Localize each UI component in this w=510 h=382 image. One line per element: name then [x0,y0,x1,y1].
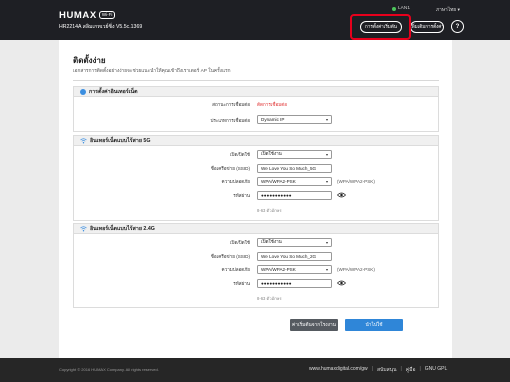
factory-reset-button[interactable]: ค่าเริ่มต้นจากโรงงาน [290,319,338,331]
logo-badge: Wi-Fi [98,11,116,19]
brand-logo: HUMAX Wi-Fi [59,10,116,21]
wifi-24g-security-select[interactable]: WPA/WPA2-PSK [257,265,332,274]
caret-down-icon [326,269,328,271]
footer-separator: | [400,366,402,372]
highlight-annotation [350,14,411,40]
wifi-24g-ssid-input[interactable]: We Love You So Much_2G [257,252,332,261]
wifi-24g-enable-select[interactable]: เปิดใช้งาน [257,238,332,247]
lan-status-dot-icon [392,6,396,11]
globe-icon [80,88,86,95]
wifi-24g-security-value: WPA/WPA2-PSK [261,267,296,272]
title-divider [73,80,439,81]
page-description: เอกสารการติดตั้งอย่างง่ายจะช่วยแนะนำให้ค… [73,69,231,74]
footer-separator: | [371,366,373,372]
wifi-5g-password-label: รหัสผ่าน [233,193,250,198]
wifi-icon [80,225,87,231]
caret-down-icon [326,242,328,244]
caret-down-icon [326,119,328,121]
wifi-5g-security-select[interactable]: WPA/WPA2-PSK [257,177,332,186]
logo-text: HUMAX [59,10,97,21]
wifi-24g-security-label: ความปลอดภัย [221,267,250,272]
caret-down-icon [326,181,328,183]
top-header: HUMAX Wi-Fi HR2214A สลิมเกทเวย์ซิ่ง V5.5c… [0,0,510,40]
footer-manual-link[interactable]: คู่มือ [406,366,416,374]
device-model: HR2214A สลิมเกทเวย์ซิ่ง V5.5c.1369 [59,24,143,30]
eye-icon[interactable] [337,192,346,198]
wifi-24g-password-input[interactable]: ●●●●●●●●●●● [257,279,332,288]
page-footer: Copyright © 2016 HUMAX Company. All righ… [0,358,510,382]
advanced-setup-button[interactable]: เพิ่มเติมการตั้งค่า [410,21,444,33]
footer-site-link[interactable]: www.humaxdigital.com/gw [309,366,368,374]
wifi-5g-heading: อินเทอร์เน็ตแบบไร้สาย 5G [90,137,151,144]
wifi-icon [80,137,87,143]
apply-button[interactable]: นำไปใช้ [345,319,403,331]
main-panel: ติดตั้งง่าย เอกสารการติดตั้งอย่างง่ายจะช… [59,40,452,358]
wifi-24g-section-header: อินเทอร์เน็ตแบบไร้สาย 2.4G [74,223,438,234]
language-selector[interactable]: ภาษาไทย ▾ [436,6,460,14]
lan-label: LAN1 [398,6,410,11]
wifi-5g-enable-select[interactable]: เปิดใช้งาน [257,150,332,159]
wifi-5g-security-label: ความปลอดภัย [221,179,250,184]
wifi-24g-enable-value: เปิดใช้งาน [261,239,282,244]
connection-type-value: Dynamic IP [261,117,285,122]
footer-separator: | [419,366,421,372]
caret-down-icon [326,154,328,156]
footer-support-link[interactable]: สนับสนุน [377,366,397,374]
eye-icon[interactable] [337,280,346,286]
wifi-5g-ssid-label: ชื่อเครือข่าย (SSID) [210,166,250,171]
wifi-5g-section-header: อินเทอร์เน็ตแบบไร้สาย 5G [74,135,438,146]
wifi-5g-enable-label: เปิด/ปิดใช้ [229,152,250,157]
wan-section-header: การตั้งค่าอินเทอร์เน็ต [74,86,438,97]
wifi-24g-password-label: รหัสผ่าน [233,281,250,286]
chevron-down-icon: ▾ [457,8,460,13]
wifi-24g-password-hint: 8-63 ตัวอักษร [257,296,282,301]
wifi-24g-heading: อินเทอร์เน็ตแบบไร้สาย 2.4G [90,225,155,232]
connection-type-select[interactable]: Dynamic IP [257,115,332,124]
wifi-24g-ssid-label: ชื่อเครือข่าย (SSID) [210,254,250,259]
wifi-24g-enable-label: เปิด/ปิดใช้ [229,240,250,245]
wifi-24g-section: อินเทอร์เน็ตแบบไร้สาย 2.4G เปิด/ปิดใช้ เ… [73,223,439,308]
page-title: ติดตั้งง่าย [73,56,106,65]
connection-status-value: ตัดการเชื่อมต่อ [257,102,288,107]
wifi-5g-enable-value: เปิดใช้งาน [261,151,282,156]
wifi-5g-security-value: WPA/WPA2-PSK [261,179,296,184]
footer-gpl-link[interactable]: GNU GPL [425,366,448,374]
wan-heading: การตั้งค่าอินเทอร์เน็ต [89,88,138,95]
wifi-5g-password-input[interactable]: ●●●●●●●●●●● [257,191,332,200]
lan-status: LAN1 [392,6,410,11]
footer-links: www.humaxdigital.com/gw | สนับสนุน | คู่… [309,366,447,374]
connection-type-label: ประเภทการเชื่อมต่อ [210,118,250,123]
language-label: ภาษาไทย [436,8,457,13]
connection-status-label: สถานะการเชื่อมต่อ [212,102,250,107]
wifi-5g-section: อินเทอร์เน็ตแบบไร้สาย 5G เปิด/ปิดใช้ เปิ… [73,135,439,221]
wifi-24g-security-hint: (WPA/WPA2-PSK) [337,267,375,272]
copyright-text: Copyright © 2016 HUMAX Company. All righ… [59,367,159,372]
wifi-5g-ssid-input[interactable]: We Love You So Much_5G [257,164,332,173]
wifi-5g-password-hint: 8-63 ตัวอักษร [257,208,282,213]
help-button[interactable]: ? [451,20,464,33]
wifi-5g-security-hint: (WPA/WPA2-PSK) [337,179,375,184]
wan-section: การตั้งค่าอินเทอร์เน็ต สถานะการเชื่อมต่อ… [73,86,439,132]
